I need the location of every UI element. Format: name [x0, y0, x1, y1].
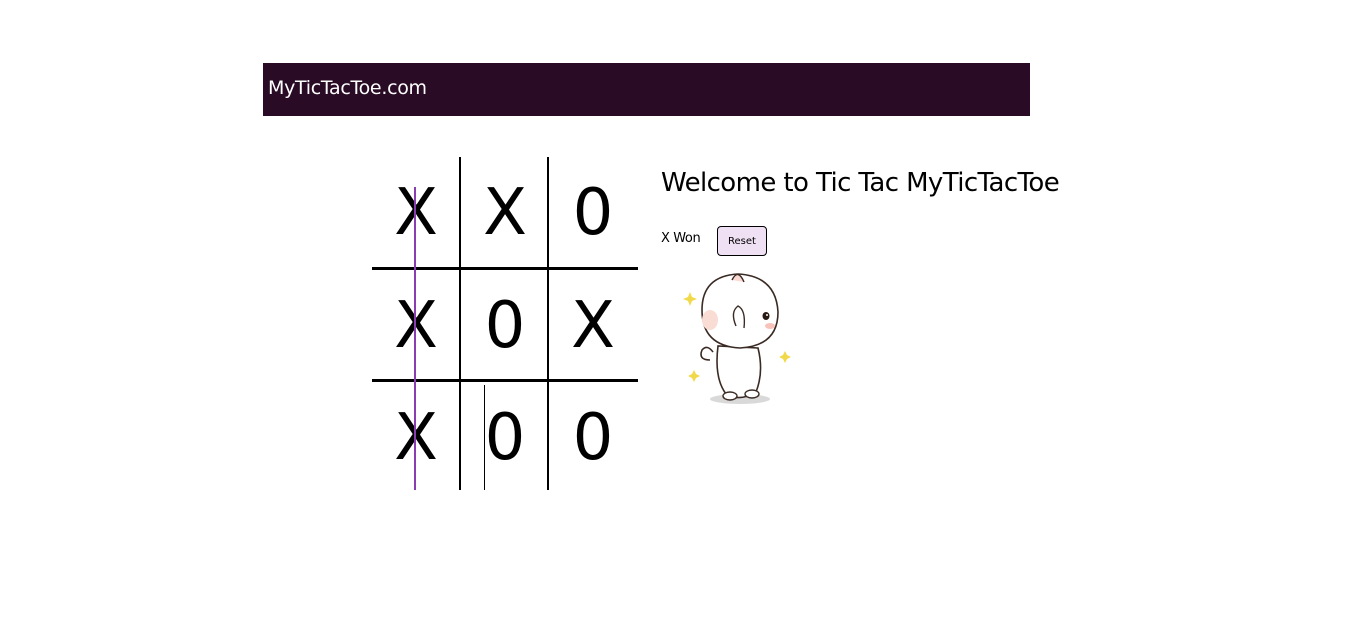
board-cell-4[interactable]: 0 [461, 270, 549, 381]
board-cell-3[interactable]: X [372, 270, 460, 381]
text-cursor [484, 385, 485, 490]
game-status: X Won [661, 231, 701, 246]
page-title: Welcome to Tic Tac MyTicTacToe [661, 168, 1060, 198]
reset-button[interactable]: Reset [717, 226, 767, 256]
win-line [414, 187, 416, 490]
brand-link[interactable]: MyTicTacToe.com [268, 77, 427, 99]
board-cell-7[interactable]: 0 [461, 382, 549, 493]
board-cell-1[interactable]: X [461, 157, 549, 268]
board-cell-0[interactable]: X [372, 157, 460, 268]
navbar: MyTicTacToe.com [263, 63, 1030, 116]
board-cell-5[interactable]: X [549, 270, 637, 381]
board-cell-2[interactable]: 0 [549, 157, 637, 268]
dancing-cat-icon [683, 273, 791, 404]
board-cell-6[interactable]: X [372, 382, 460, 493]
board-cell-8[interactable]: 0 [549, 382, 637, 493]
celebration-image [680, 268, 800, 408]
game-board: X X 0 X 0 X X 0 0 [372, 157, 638, 490]
